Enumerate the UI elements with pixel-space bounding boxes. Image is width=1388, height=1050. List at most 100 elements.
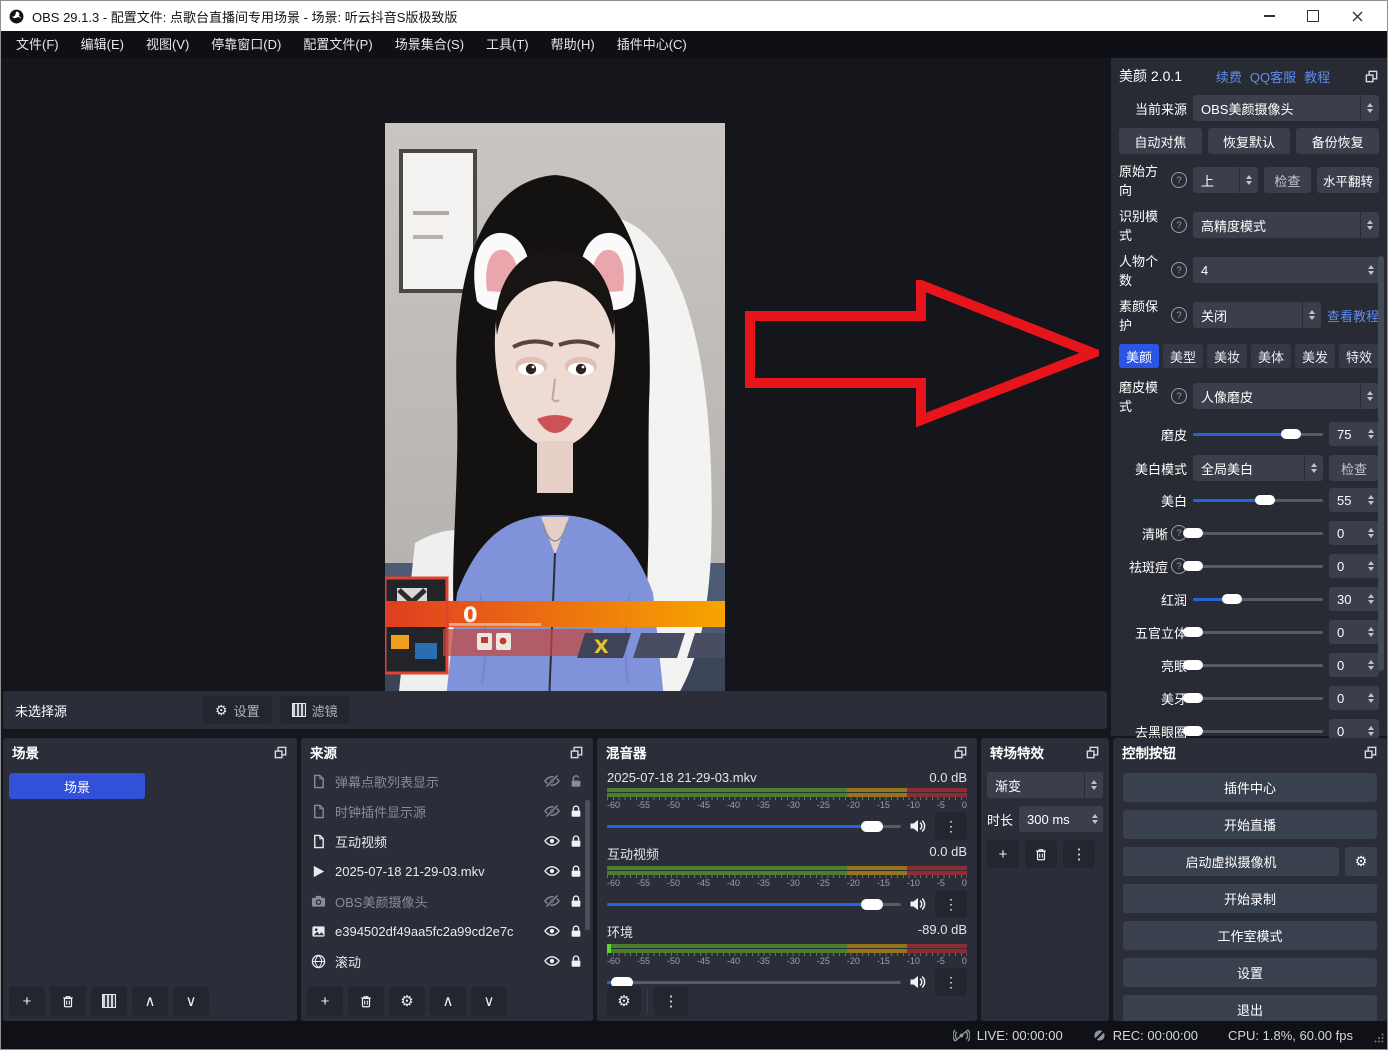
source-row[interactable]: 时钟插件显示源 <box>301 796 593 826</box>
source-row[interactable]: 滚动 <box>301 946 593 976</box>
slider-美白[interactable] <box>1193 493 1323 507</box>
control-button-插件中心[interactable]: 插件中心 <box>1123 773 1377 802</box>
popout-icon[interactable] <box>953 745 968 760</box>
slider-亮眼[interactable] <box>1193 658 1323 672</box>
move-scene-up-button[interactable]: ∧ <box>132 986 168 1016</box>
add-transition-button[interactable]: + <box>987 840 1019 868</box>
menu-item[interactable]: 停靠窗口(D) <box>200 31 292 58</box>
popout-icon[interactable] <box>1364 69 1379 84</box>
slider-清晰[interactable] <box>1193 526 1323 540</box>
mixer-menu-button[interactable]: ⋮ <box>654 986 688 1016</box>
speaker-icon[interactable] <box>909 974 927 990</box>
control-button-开始直播[interactable]: 开始直播 <box>1123 810 1377 839</box>
slider-value[interactable]: 0 <box>1329 554 1379 578</box>
source-row[interactable]: 弹幕点歌列表显示 <box>301 766 593 796</box>
menu-item[interactable]: 插件中心(C) <box>606 31 698 58</box>
menu-item[interactable]: 帮助(H) <box>540 31 606 58</box>
remove-source-button[interactable] <box>348 986 384 1016</box>
move-source-down-button[interactable]: ∨ <box>471 986 507 1016</box>
help-icon[interactable]: ? <box>1171 217 1187 233</box>
eye-off-icon[interactable] <box>544 893 560 909</box>
popout-icon[interactable] <box>569 745 584 760</box>
popout-icon[interactable] <box>1085 745 1100 760</box>
help-icon[interactable]: ? <box>1171 388 1187 404</box>
control-button-工作室模式[interactable]: 工作室模式 <box>1123 921 1377 950</box>
whiten-mode-dropdown[interactable]: 全局美白 <box>1193 455 1323 481</box>
speaker-icon[interactable] <box>909 818 927 834</box>
control-button-开始录制[interactable]: 开始录制 <box>1123 884 1377 913</box>
slider-红润[interactable] <box>1193 592 1323 606</box>
duration-spinner[interactable]: 300 ms <box>1019 806 1103 832</box>
add-source-button[interactable]: + <box>307 986 343 1016</box>
lock-icon[interactable] <box>569 924 583 939</box>
source-properties-button[interactable]: ⚙ 设置 <box>203 696 272 724</box>
source-row[interactable]: OBS美颜摄像头 <box>301 886 593 916</box>
person-count-spinner[interactable]: 4 <box>1193 257 1379 283</box>
current-source-dropdown[interactable]: OBS美颜摄像头 <box>1193 95 1379 121</box>
slider-value[interactable]: 30 <box>1329 587 1379 611</box>
menu-item[interactable]: 配置文件(P) <box>292 31 383 58</box>
lock-open-icon[interactable] <box>569 774 583 789</box>
popout-icon[interactable] <box>1363 745 1378 760</box>
slider-value[interactable]: 0 <box>1329 686 1379 710</box>
lock-icon[interactable] <box>569 954 583 969</box>
slider-祛斑痘[interactable] <box>1193 559 1323 573</box>
control-button-设置[interactable]: 设置 <box>1123 958 1377 987</box>
advanced-audio-button[interactable]: ⚙ <box>607 986 641 1016</box>
channel-options-button[interactable]: ⋮ <box>935 890 967 918</box>
menu-item[interactable]: 视图(V) <box>135 31 200 58</box>
popout-icon[interactable] <box>273 745 288 760</box>
qq-support-link[interactable]: QQ客服 <box>1250 67 1296 86</box>
bare-face-protect-dropdown[interactable]: 关闭 <box>1193 302 1321 328</box>
volume-slider[interactable] <box>607 818 901 834</box>
eye-off-icon[interactable] <box>544 773 560 789</box>
tab-美发[interactable]: 美发 <box>1295 344 1335 368</box>
help-icon[interactable]: ? <box>1171 172 1187 188</box>
move-scene-down-button[interactable]: ∨ <box>173 986 209 1016</box>
lock-icon[interactable] <box>569 834 583 849</box>
backup-restore-button[interactable]: 备份恢复 <box>1296 128 1379 154</box>
menu-item[interactable]: 场景集合(S) <box>384 31 475 58</box>
control-button-退出[interactable]: 退出 <box>1123 995 1377 1024</box>
tutorial-link[interactable]: 教程 <box>1304 67 1330 86</box>
tab-美颜[interactable]: 美颜 <box>1119 344 1159 368</box>
channel-options-button[interactable]: ⋮ <box>935 968 967 996</box>
tab-美体[interactable]: 美体 <box>1251 344 1291 368</box>
source-properties-button[interactable]: ⚙ <box>389 986 425 1016</box>
menu-item[interactable]: 编辑(E) <box>70 31 135 58</box>
lock-icon[interactable] <box>569 864 583 879</box>
lock-icon[interactable] <box>569 894 583 909</box>
remove-scene-button[interactable] <box>50 986 86 1016</box>
scene-filters-button[interactable] <box>91 986 127 1016</box>
orientation-check-button[interactable]: 检查 <box>1264 167 1311 193</box>
beauty-panel-scrollbar[interactable] <box>1378 256 1384 671</box>
slider-value[interactable]: 55 <box>1329 488 1379 512</box>
tab-特效[interactable]: 特效 <box>1339 344 1379 368</box>
help-icon[interactable]: ? <box>1171 262 1187 278</box>
slider-value[interactable]: 0 <box>1329 620 1379 644</box>
source-filters-button[interactable]: 滤镜 <box>280 696 350 724</box>
source-row[interactable]: e394502df49aa5fc2a99cd2e7c <box>301 916 593 946</box>
eye-off-icon[interactable] <box>544 803 560 819</box>
slider-去黑眼圈[interactable] <box>1193 724 1323 738</box>
speaker-icon[interactable] <box>909 896 927 912</box>
source-row[interactable]: 互动视频 <box>301 826 593 856</box>
eye-icon[interactable] <box>544 833 560 849</box>
add-scene-button[interactable]: + <box>9 986 45 1016</box>
detect-mode-dropdown[interactable]: 高精度模式 <box>1193 212 1379 238</box>
sources-scrollbar[interactable] <box>585 800 590 930</box>
remove-transition-button[interactable] <box>1025 840 1057 868</box>
autofocus-button[interactable]: 自动对焦 <box>1119 128 1202 154</box>
view-tutorial-link[interactable]: 查看教程 <box>1327 306 1379 325</box>
slider-磨皮[interactable] <box>1193 427 1323 441</box>
help-icon[interactable]: ? <box>1171 307 1187 323</box>
slider-value[interactable]: 75 <box>1329 422 1379 446</box>
move-source-up-button[interactable]: ∧ <box>430 986 466 1016</box>
preview-canvas[interactable]: 0 X <box>1 58 1111 691</box>
whiten-check-button[interactable]: 检查 <box>1329 455 1379 481</box>
tab-美型[interactable]: 美型 <box>1163 344 1203 368</box>
control-button-启动虚拟摄像机[interactable]: 启动虚拟摄像机 <box>1123 847 1339 876</box>
slider-五官立体[interactable] <box>1193 625 1323 639</box>
slider-美牙[interactable] <box>1193 691 1323 705</box>
horizontal-flip-button[interactable]: 水平翻转 <box>1317 167 1379 193</box>
